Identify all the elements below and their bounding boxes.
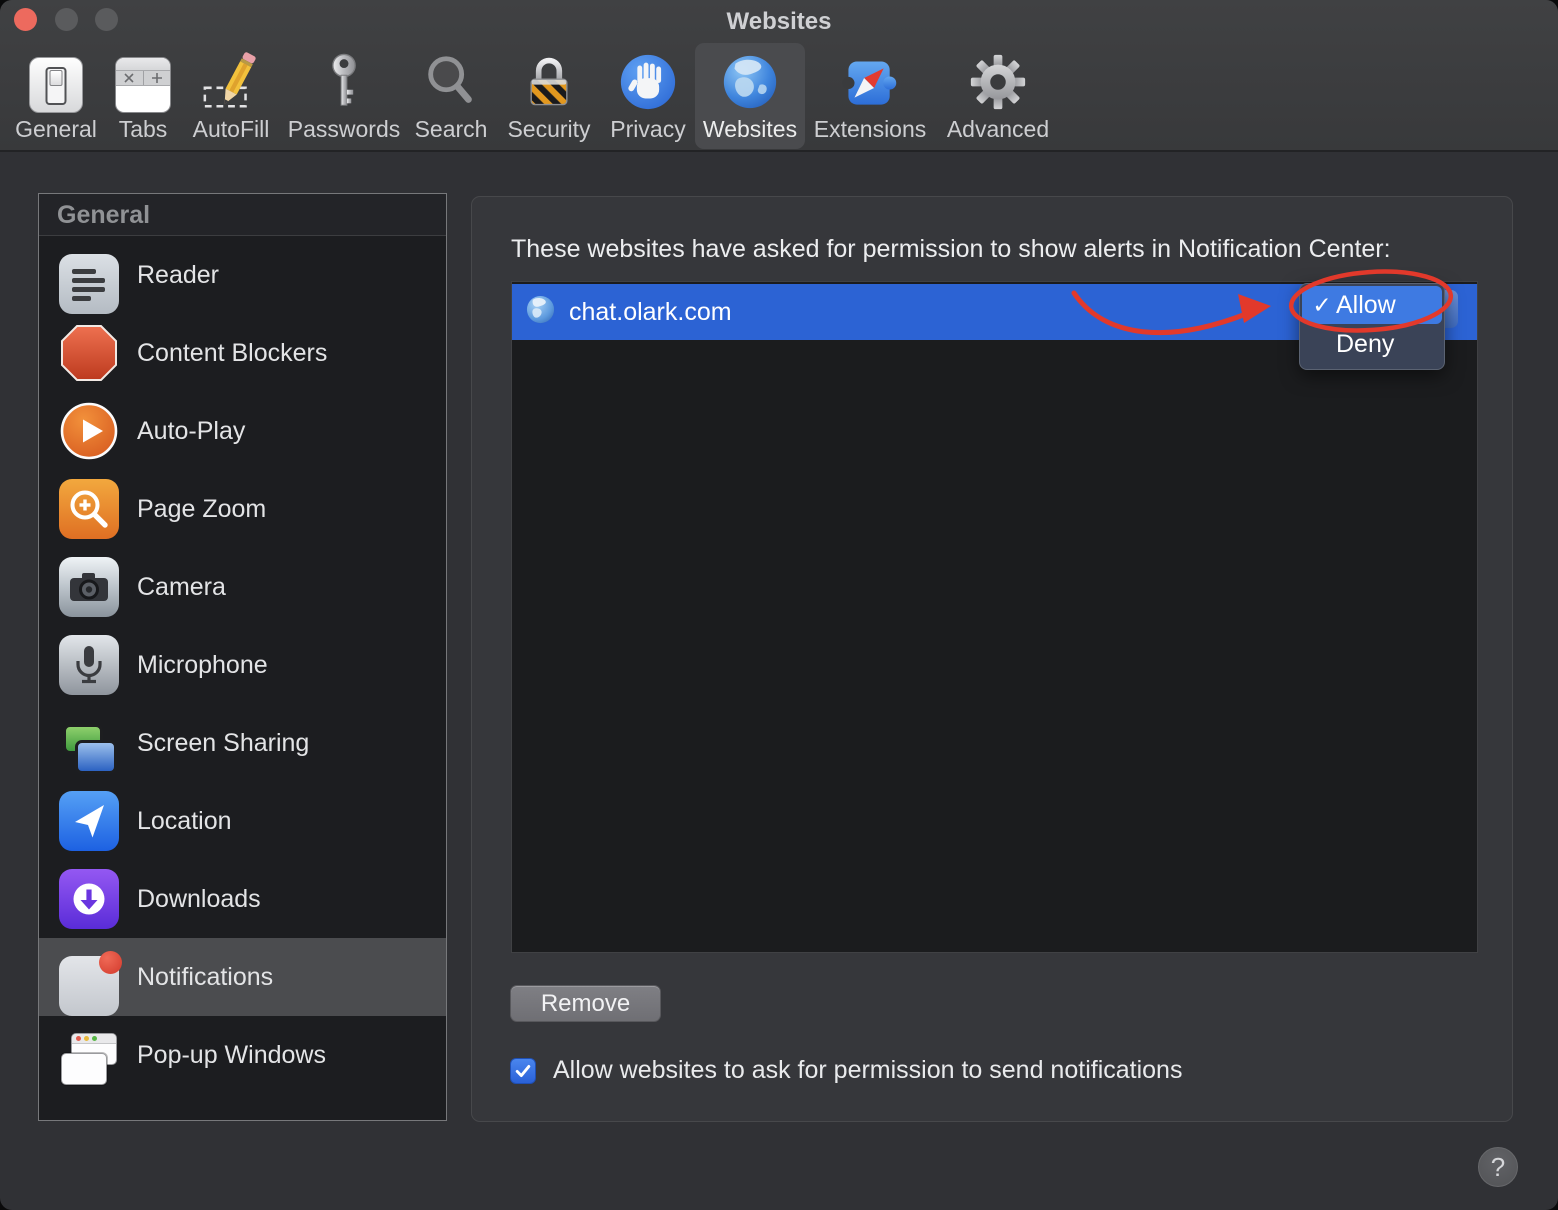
menu-item-allow[interactable]: ✓ Allow [1302,286,1442,324]
menu-item-deny[interactable]: Deny [1302,324,1442,365]
sidebar-header: General [39,194,446,236]
toolbar-item-extensions[interactable]: Extensions [815,43,925,149]
safari-preferences-window: Websites General Tabs [0,0,1558,1210]
magnifier-icon [420,43,482,113]
gear-icon [967,43,1029,113]
popup-windows-icon [59,1033,123,1095]
screen-sharing-icon [59,722,119,782]
site-favicon-globe-icon [525,294,556,330]
sidebar-item-downloads[interactable]: Downloads [39,860,446,938]
checkmark-icon [513,1061,533,1081]
padlock-icon [519,43,579,113]
toolbar-item-websites[interactable]: Websites [695,43,805,149]
site-domain: chat.olark.com [569,298,732,327]
allow-notifications-checkbox-row: Allow websites to ask for permission to … [510,1056,1182,1085]
key-icon [313,43,375,113]
location-arrow-icon [59,791,119,851]
light-switch-icon [29,43,83,113]
menu-item-label: Allow [1336,291,1396,320]
toolbar-item-security[interactable]: Security [494,43,604,149]
remove-button[interactable]: Remove [510,985,661,1022]
titlebar-toolbar: Websites General Tabs [0,0,1558,152]
sidebar-item-location[interactable]: Location [39,782,446,860]
downloads-icon [59,869,119,929]
toolbar-item-search[interactable]: Search [396,43,506,149]
toolbar-item-autofill[interactable]: AutoFill [176,43,286,149]
sidebar: General Reader Content Blockers [38,193,447,1121]
sidebar-item-auto-play[interactable]: Auto-Play [39,392,446,470]
sidebar-item-camera[interactable]: Camera [39,548,446,626]
toolbar-item-privacy[interactable]: Privacy [593,43,703,149]
reader-icon [59,254,119,314]
sidebar-item-reader[interactable]: Reader [39,236,446,314]
pencil-autofill-icon [200,43,262,113]
sidebar-item-page-zoom[interactable]: Page Zoom [39,470,446,548]
hand-privacy-icon [617,43,679,113]
sidebar-item-microphone[interactable]: Microphone [39,626,446,704]
globe-icon [719,43,781,113]
play-circle-icon [59,401,119,461]
microphone-icon [59,635,119,695]
panel-heading: These websites have asked for permission… [511,235,1391,264]
sidebar-item-content-blockers[interactable]: Content Blockers [39,314,446,392]
puzzle-extensions-icon [840,43,900,113]
zoom-magnifier-icon [59,479,119,539]
window-title: Websites [0,8,1558,36]
sidebar-item-pop-up-windows[interactable]: Pop-up Windows [39,1016,446,1094]
menu-item-label: Deny [1336,330,1394,359]
websites-table[interactable]: chat.olark.com [511,281,1478,953]
sidebar-item-notifications[interactable]: Notifications [39,938,446,1016]
stop-octagon-icon [59,323,119,383]
permission-menu: ✓ Allow Deny [1299,283,1445,370]
checkbox-label: Allow websites to ask for permission to … [553,1056,1182,1085]
toolbar-item-passwords[interactable]: Passwords [289,43,399,149]
check-icon: ✓ [1308,292,1336,319]
sidebar-item-screen-sharing[interactable]: Screen Sharing [39,704,446,782]
notifications-icon [59,956,119,1016]
tabs-window-icon [115,43,171,113]
allow-notifications-checkbox[interactable] [510,1058,536,1084]
toolbar-item-advanced[interactable]: Advanced [943,43,1053,149]
camera-icon [59,557,119,617]
help-button[interactable]: ? [1478,1147,1518,1187]
